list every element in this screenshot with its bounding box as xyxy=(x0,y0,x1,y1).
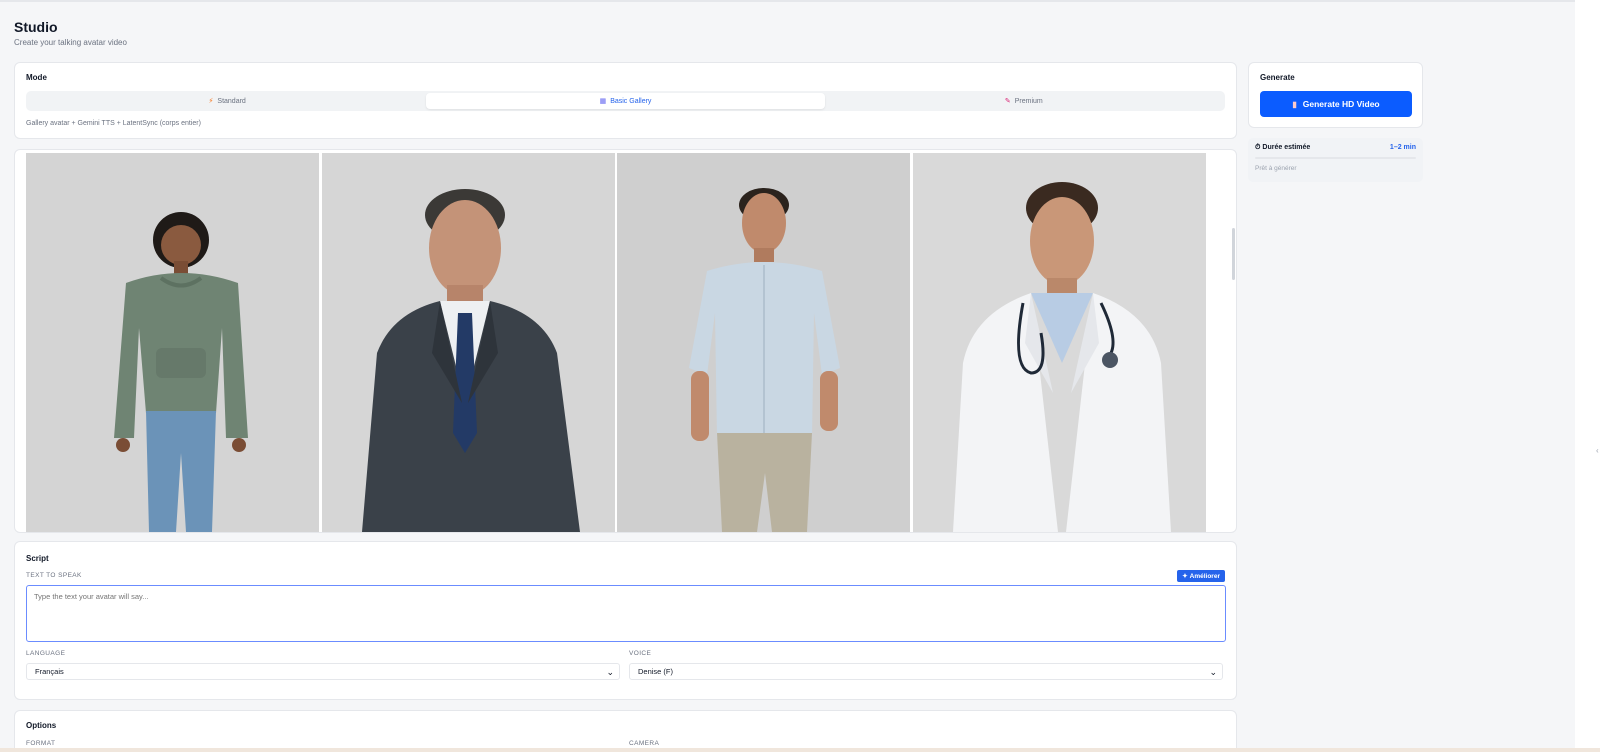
chevron-down-icon: ⌄ xyxy=(1209,667,1217,677)
mode-option-standard[interactable]: ⚡ Standard xyxy=(28,93,426,109)
mode-selector: ⚡ Standard ▦ Basic Gallery ✎ Premium xyxy=(26,91,1225,111)
bolt-icon: ⚡ xyxy=(208,98,214,105)
chevron-down-icon: ⌄ xyxy=(606,667,614,677)
improve-button[interactable]: ✦ Améliorer xyxy=(1177,570,1225,582)
stopwatch-icon: ⏱ xyxy=(1255,144,1261,151)
language-label: LANGUAGE xyxy=(26,650,66,657)
voice-label: VOICE xyxy=(629,650,652,657)
voice-select[interactable]: Denise (F) ⌄ xyxy=(629,663,1223,680)
text-to-speak-label: TEXT TO SPEAK xyxy=(26,572,82,579)
camera-label: CAMERA xyxy=(629,740,660,747)
film-icon: ▮ xyxy=(1292,99,1297,109)
avatar-card-man-suit[interactable] xyxy=(322,153,615,532)
mode-title: Mode xyxy=(26,73,47,82)
format-label: FORMAT xyxy=(26,740,56,747)
avatar-card-woman-hoodie[interactable] xyxy=(26,153,319,532)
mode-option-basic-gallery[interactable]: ▦ Basic Gallery xyxy=(426,93,825,109)
generate-title: Generate xyxy=(1260,73,1295,82)
script-card: Script TEXT TO SPEAK ✦ Améliorer LANGUAG… xyxy=(14,541,1237,700)
estimate-progress-track xyxy=(1255,157,1416,159)
right-edge-strip xyxy=(1575,0,1600,752)
language-select[interactable]: Français ⌄ xyxy=(26,663,620,680)
generate-card: Generate ▮ Generate HD Video xyxy=(1248,62,1423,128)
page-subtitle: Create your talking avatar video xyxy=(14,38,127,47)
collapse-handle-icon[interactable]: ‹ xyxy=(1596,446,1599,455)
avatar-image xyxy=(913,153,1206,532)
estimate-label-text: Durée estimée xyxy=(1262,144,1311,151)
mode-option-premium[interactable]: ✎ Premium xyxy=(825,93,1223,109)
script-title: Script xyxy=(26,554,49,563)
mode-option-label: Standard xyxy=(217,97,246,105)
mode-option-label: Premium xyxy=(1014,97,1043,105)
gallery-scrollbar[interactable] xyxy=(1232,228,1235,280)
avatar-gallery xyxy=(14,149,1237,533)
estimate-panel: ⏱ Durée estimée 1–2 min Prêt à générer xyxy=(1248,138,1423,182)
generate-status: Prêt à générer xyxy=(1255,165,1297,172)
mode-option-label: Basic Gallery xyxy=(610,97,652,105)
estimate-value: 1–2 min xyxy=(1389,144,1416,151)
gallery-icon: ▦ xyxy=(599,98,607,105)
mode-description: Gallery avatar + Gemini TTS + LatentSync… xyxy=(26,120,201,127)
voice-value: Denise (F) xyxy=(638,667,674,676)
avatar-image xyxy=(617,153,910,532)
bottom-edge xyxy=(0,748,1600,752)
options-title: Options xyxy=(26,721,57,730)
improve-label: Améliorer xyxy=(1189,572,1220,580)
generate-hd-video-button[interactable]: ▮ Generate HD Video xyxy=(1260,91,1412,117)
top-divider xyxy=(0,0,1575,2)
brush-icon: ✎ xyxy=(1004,98,1011,105)
estimate-label: ⏱ Durée estimée xyxy=(1255,144,1310,152)
avatar-image xyxy=(322,153,615,532)
avatar-card-man-shirt[interactable] xyxy=(617,153,910,532)
sparkle-icon: ✦ xyxy=(1182,573,1188,580)
avatar-image xyxy=(26,153,319,532)
page-title: Studio xyxy=(14,19,58,35)
options-card: Options FORMAT CAMERA xyxy=(14,710,1237,752)
script-textarea[interactable] xyxy=(26,585,1226,642)
language-value: Français xyxy=(35,667,64,676)
avatar-card-doctor[interactable] xyxy=(913,153,1206,532)
generate-button-label: Generate HD Video xyxy=(1302,99,1380,109)
mode-card: Mode ⚡ Standard ▦ Basic Gallery ✎ Premiu… xyxy=(14,62,1237,139)
